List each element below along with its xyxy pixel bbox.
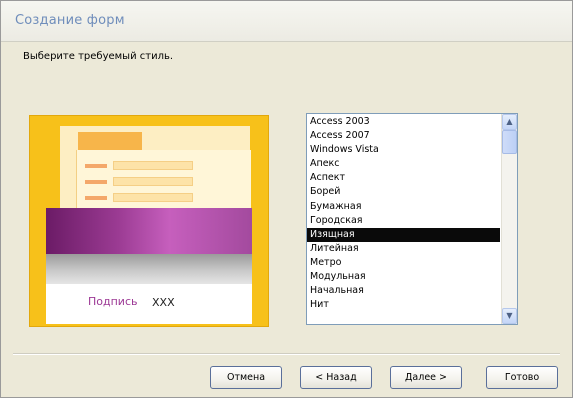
chevron-up-icon: ▲: [506, 117, 513, 126]
style-listbox[interactable]: Access 2003 Access 2007 Windows Vista Апекс…: [306, 113, 518, 325]
listbox-scrollbar[interactable]: ▲ ▼: [501, 114, 517, 324]
list-item[interactable]: Windows Vista: [307, 143, 500, 157]
list-item-selected[interactable]: Изящная: [307, 227, 500, 242]
list-item[interactable]: Access 2003: [307, 115, 500, 129]
chevron-down-icon: ▼: [506, 311, 513, 320]
preview-field: [113, 161, 193, 170]
scroll-up-button[interactable]: ▲: [502, 114, 517, 130]
style-preview: Подпись XXX: [29, 115, 269, 327]
next-button[interactable]: Далее >: [390, 366, 462, 389]
list-item[interactable]: Метро: [307, 256, 500, 270]
list-item[interactable]: Аспект: [307, 171, 500, 185]
list-item[interactable]: Бумажная: [307, 200, 500, 214]
list-item[interactable]: Апекс: [307, 157, 500, 171]
preview-field-label: [85, 180, 107, 184]
style-prompt: Выберите требуемый стиль.: [23, 51, 174, 62]
list-item[interactable]: Access 2007: [307, 129, 500, 143]
preview-field-label: [85, 196, 107, 200]
preview-detail-area: [46, 284, 252, 324]
preview-gradient-band: [46, 254, 252, 284]
scroll-down-button[interactable]: ▼: [502, 308, 517, 324]
button-separator: [13, 353, 560, 355]
style-list-items: Access 2003 Access 2007 Windows Vista Апекс…: [307, 115, 500, 312]
list-item[interactable]: Модульная: [307, 270, 500, 284]
preview-value-text: XXX: [152, 296, 175, 309]
list-item[interactable]: Борей: [307, 185, 500, 199]
preview-field: [113, 193, 193, 202]
finish-button[interactable]: Готово: [486, 366, 558, 389]
list-item[interactable]: Начальная: [307, 284, 500, 298]
list-item[interactable]: Литейная: [307, 242, 500, 256]
cancel-button[interactable]: Отмена: [210, 366, 282, 389]
dialog-title: Создание форм: [15, 13, 125, 28]
preview-field-label: [85, 164, 107, 168]
form-wizard-dialog: Создание форм Выберите требуемый стиль. …: [0, 0, 573, 398]
preview-form-tab: [78, 132, 142, 150]
list-item[interactable]: Городская: [307, 214, 500, 228]
preview-header-band: [46, 208, 252, 254]
scroll-thumb[interactable]: [502, 130, 517, 154]
preview-label-text: Подпись: [88, 295, 138, 308]
preview-field: [113, 177, 193, 186]
list-item[interactable]: Нит: [307, 298, 500, 312]
back-button[interactable]: < Назад: [300, 366, 372, 389]
wizard-header: Создание форм: [1, 1, 572, 42]
